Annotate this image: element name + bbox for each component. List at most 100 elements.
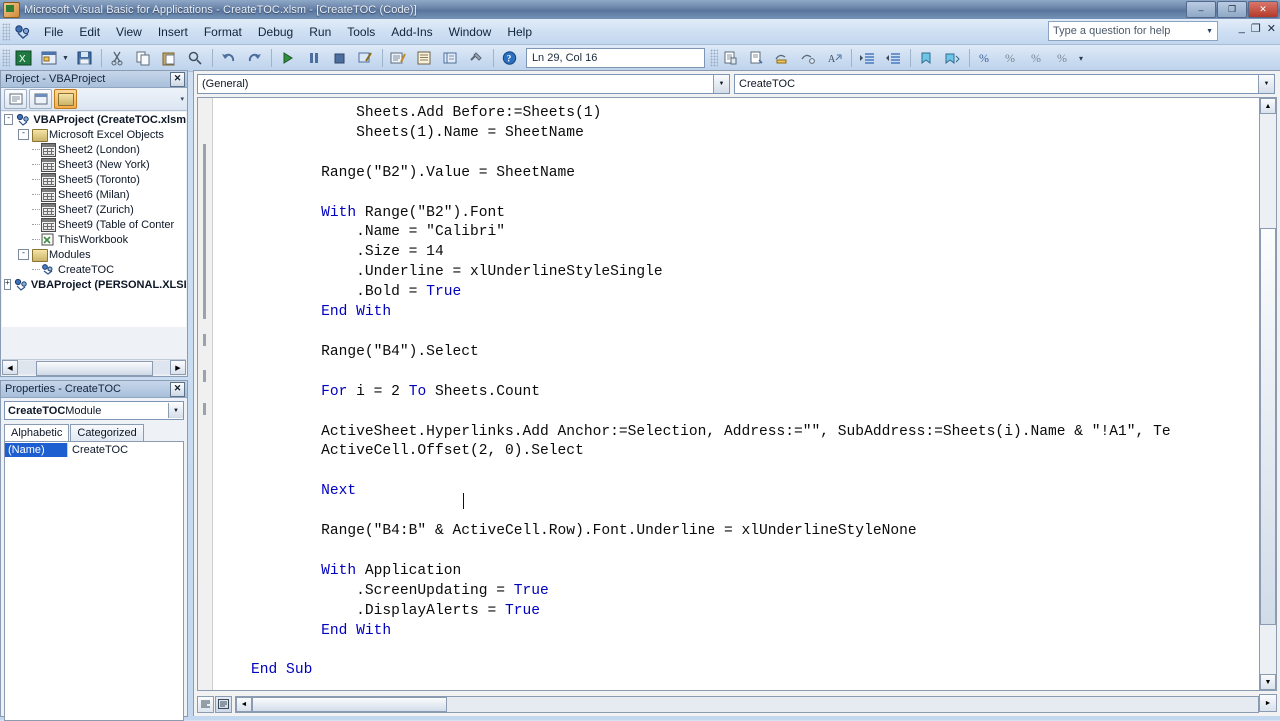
tree-item[interactable]: ThisWorkbook [2, 232, 186, 247]
next-bookmark-icon[interactable] [941, 46, 965, 70]
view-excel-icon[interactable]: X [11, 46, 35, 70]
scroll-down-icon[interactable]: ▼ [1260, 674, 1276, 690]
indent-icon[interactable] [856, 46, 880, 70]
chevron-down-icon[interactable]: ▼ [1202, 28, 1213, 35]
scroll-left-icon[interactable]: ◀ [2, 360, 18, 375]
tab-alphabetic[interactable]: Alphabetic [4, 424, 70, 441]
minimize-button[interactable]: – [1186, 1, 1216, 18]
restore-button[interactable]: ❐ [1217, 1, 1247, 18]
scroll-left-icon[interactable]: ◄ [236, 696, 252, 712]
mdi-minimize-button[interactable]: _ [1239, 22, 1245, 35]
insert-dropdown-arrow-icon[interactable]: ▼ [62, 55, 69, 62]
toolbar-grip-handle[interactable] [2, 49, 10, 67]
chevron-down-icon[interactable]: ▼ [713, 75, 730, 93]
uncomment-block-icon[interactable]: % [1000, 46, 1024, 70]
help-icon[interactable]: ? [498, 46, 522, 70]
project-tree[interactable]: - VBAProject (CreateTOC.xlsm - Microsoft Ex… [2, 112, 186, 327]
paste-icon[interactable] [158, 46, 182, 70]
break-icon[interactable] [302, 46, 326, 70]
project-explorer-icon[interactable] [387, 46, 411, 70]
tree-item[interactable]: - Microsoft Excel Objects [2, 127, 186, 142]
tree-item[interactable]: - VBAProject (CreateTOC.xlsm [2, 112, 186, 127]
close-button[interactable]: ✕ [1248, 1, 1278, 18]
close-icon[interactable]: ✕ [170, 71, 185, 87]
toggle-breakpoint-icon[interactable]: % [1026, 46, 1050, 70]
view-object-icon[interactable] [29, 89, 52, 109]
mdi-close-button[interactable]: ✕ [1267, 22, 1276, 35]
object-combo[interactable]: (General) ▼ [197, 74, 731, 94]
undo-icon[interactable] [217, 46, 241, 70]
procedure-combo[interactable]: CreateTOC ▼ [734, 74, 1275, 94]
complete-word-icon[interactable]: A [823, 46, 847, 70]
tree-item[interactable]: Sheet9 (Table of Conter [2, 217, 186, 232]
full-module-view-icon[interactable] [215, 695, 232, 713]
property-value[interactable]: CreateTOC [67, 442, 183, 457]
toolbar-overflow-icon[interactable]: ▾ [1079, 54, 1083, 63]
design-mode-icon[interactable] [354, 46, 378, 70]
tree-item[interactable]: Sheet5 (Toronto) [2, 172, 186, 187]
collapse-icon[interactable]: - [18, 129, 29, 140]
list-properties-icon[interactable] [719, 46, 743, 70]
hscroll-thumb[interactable] [252, 696, 447, 712]
tree-item[interactable]: Sheet3 (New York) [2, 157, 186, 172]
parameter-info-icon[interactable] [797, 46, 821, 70]
menu-run[interactable]: Run [301, 22, 339, 42]
menu-edit[interactable]: Edit [71, 22, 108, 42]
comment-block-icon[interactable]: % [974, 46, 998, 70]
object-browser-icon[interactable] [439, 46, 463, 70]
collapse-icon[interactable]: - [4, 114, 14, 125]
menu-format[interactable]: Format [196, 22, 250, 42]
menu-addins[interactable]: Add-Ins [383, 22, 440, 42]
expand-icon[interactable]: + [4, 279, 11, 290]
properties-grid[interactable]: (Name) CreateTOC [4, 441, 184, 721]
view-code-icon[interactable] [4, 89, 27, 109]
toggle-bookmark-icon[interactable] [915, 46, 939, 70]
find-icon[interactable] [184, 46, 208, 70]
close-icon[interactable]: ✕ [170, 381, 185, 397]
redo-icon[interactable] [243, 46, 267, 70]
menu-grip-handle[interactable] [2, 22, 10, 41]
insert-userform-icon[interactable] [37, 46, 61, 70]
save-icon[interactable] [73, 46, 97, 70]
property-row[interactable]: (Name) CreateTOC [5, 442, 183, 457]
collapse-icon[interactable]: - [18, 249, 29, 260]
hscroll-thumb[interactable] [36, 361, 153, 376]
chevron-down-icon[interactable]: ▼ [168, 403, 183, 418]
tree-item[interactable]: + VBAProject (PERSONAL.XLSI [2, 277, 186, 292]
code-margin-indicator-bar[interactable] [198, 98, 213, 690]
chevron-down-icon[interactable]: ▼ [1258, 75, 1274, 93]
code-vscrollbar[interactable]: ▲ ▼ [1259, 97, 1277, 691]
tree-item[interactable]: CreateTOC [2, 262, 186, 277]
list-constants-icon[interactable] [745, 46, 769, 70]
code-hscrollbar[interactable]: ◄ [235, 695, 1259, 713]
properties-object-combo[interactable]: CreateTOC Module ▼ [4, 401, 184, 420]
tree-item[interactable]: Sheet2 (London) [2, 142, 186, 157]
scroll-up-icon[interactable]: ▲ [1260, 98, 1276, 114]
menu-insert[interactable]: Insert [150, 22, 196, 42]
tree-item[interactable]: - Modules [2, 247, 186, 262]
project-tree-hscrollbar[interactable]: ◀ ▶ [2, 359, 186, 376]
menu-tools[interactable]: Tools [339, 22, 383, 42]
outdent-icon[interactable] [882, 46, 906, 70]
menu-debug[interactable]: Debug [250, 22, 301, 42]
clear-bookmarks-icon[interactable]: % [1052, 46, 1076, 70]
procedure-view-icon[interactable] [197, 695, 214, 713]
menu-file[interactable]: File [36, 22, 71, 42]
scroll-right-icon[interactable]: ▶ [170, 360, 186, 375]
mdi-restore-button[interactable]: ❐ [1251, 22, 1261, 35]
panel-overflow-icon[interactable]: ▾ [180, 95, 184, 103]
copy-icon[interactable] [132, 46, 156, 70]
run-icon[interactable] [276, 46, 300, 70]
tree-item[interactable]: Sheet7 (Zurich) [2, 202, 186, 217]
project-explorer-header[interactable]: Project - VBAProject ✕ [1, 71, 187, 88]
menu-window[interactable]: Window [441, 22, 500, 42]
properties-header[interactable]: Properties - CreateTOC ✕ [1, 381, 187, 398]
quick-info-icon[interactable] [771, 46, 795, 70]
tree-item[interactable]: Sheet6 (Milan) [2, 187, 186, 202]
edit-toolbar-grip-handle[interactable] [709, 49, 718, 67]
hscroll-track[interactable] [18, 361, 170, 376]
properties-window-icon[interactable] [413, 46, 437, 70]
menu-view[interactable]: View [108, 22, 150, 42]
reset-icon[interactable] [328, 46, 352, 70]
menu-help[interactable]: Help [499, 22, 540, 42]
